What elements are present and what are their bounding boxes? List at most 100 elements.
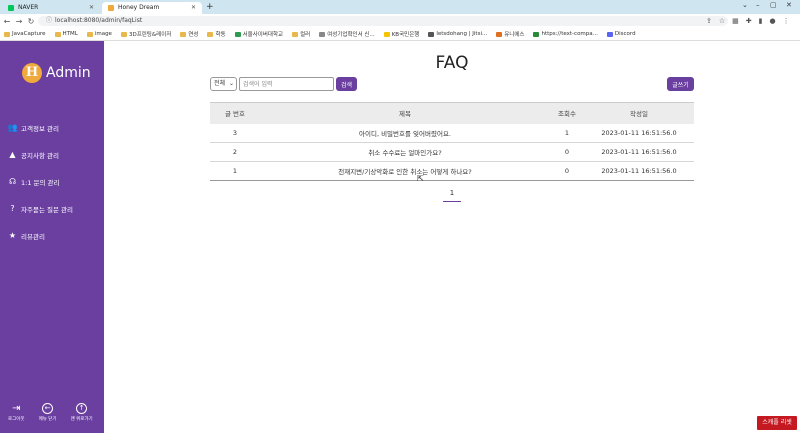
chevron-down-icon: ⌄ bbox=[228, 80, 234, 87]
mouse-cursor-icon: ⇱ bbox=[417, 174, 424, 183]
back-icon[interactable]: ← bbox=[2, 17, 12, 26]
bookmark-item[interactable]: 서울사이버대학교 bbox=[234, 30, 283, 38]
bookmark-item[interactable]: letsdohang | Jitsi... bbox=[428, 31, 487, 37]
warning-icon: ▲ bbox=[9, 150, 16, 159]
sidebar-item-label: 리뷰관리 bbox=[21, 232, 45, 241]
pagination-page-1[interactable]: 1 bbox=[443, 189, 461, 202]
browser-toolbar-icons: ⇪ ☆ ▦ ✚ ▮ ● ⋮ bbox=[706, 17, 790, 25]
logout-button[interactable]: ⇥ 로그아웃 bbox=[8, 403, 25, 423]
tab-title: Honey Dream bbox=[118, 4, 160, 11]
site-icon bbox=[234, 31, 241, 37]
cell-title[interactable]: 아이디, 비밀번호를 잊어버렸어요. bbox=[260, 123, 550, 143]
sidebar-bottom-buttons: ⇥ 로그아웃 ← 메뉴 닫기 ↑ 맨 위로가기 bbox=[8, 403, 93, 422]
bookmark-item[interactable]: 여성기업확인서 신... bbox=[319, 30, 375, 38]
sidebar-item-reviews[interactable]: ★ 리뷰관리 bbox=[8, 222, 73, 249]
url-text: localhost:8080/admin/faqList bbox=[55, 17, 143, 24]
bookmark-item[interactable]: 3D프린팅&레이저 bbox=[120, 30, 171, 38]
bookmark-item[interactable]: https://text-compa... bbox=[533, 31, 598, 37]
more-menu-icon[interactable]: ⋮ bbox=[783, 17, 790, 25]
minimize-icon[interactable]: – bbox=[756, 1, 760, 9]
sidebar-item-notices[interactable]: ▲ 공지사항 관리 bbox=[8, 141, 73, 168]
search-input[interactable] bbox=[239, 77, 334, 91]
table-row[interactable]: 2 취소 수수료는 얼마인가요? 0 2023-01-11 16:51:56.0 bbox=[210, 142, 694, 162]
url-bar[interactable]: ⓘ localhost:8080/admin/faqList bbox=[38, 16, 728, 26]
header-views: 조회수 bbox=[550, 102, 584, 124]
main-content: FAQ 전체 ⌄ 검색 글쓰기 글 번호 제목 조회수 작성일 3 아이디, 비… bbox=[104, 41, 800, 433]
users-icon: 👥 bbox=[7, 123, 18, 132]
search-button[interactable]: 검색 bbox=[336, 77, 358, 91]
folder-icon bbox=[292, 31, 299, 37]
header-title: 제목 bbox=[260, 102, 550, 124]
site-icon bbox=[533, 31, 540, 37]
bookmark-item[interactable]: 연성 bbox=[180, 30, 198, 38]
bookmark-item[interactable]: 유니에스 bbox=[496, 30, 524, 38]
site-icon bbox=[428, 31, 435, 37]
browser-tab-bar: NAVER ✕ Honey Dream ✕ + ⌄ – ▢ ✕ bbox=[0, 0, 800, 14]
sidepanel-icon[interactable]: ▮ bbox=[759, 17, 763, 25]
logout-icon: ⇥ bbox=[12, 403, 21, 414]
cell-title[interactable]: 천재지변/기상악화로 인한 취소는 어떻게 하나요? bbox=[260, 161, 550, 181]
forward-icon[interactable]: → bbox=[14, 17, 24, 26]
reload-icon[interactable]: ↻ bbox=[26, 17, 36, 26]
folder-icon bbox=[180, 31, 187, 37]
cell-date: 2023-01-11 16:51:56.0 bbox=[584, 123, 694, 143]
logo-text: Admin bbox=[46, 65, 91, 81]
faq-table: 글 번호 제목 조회수 작성일 3 아이디, 비밀번호를 잊어버렸어요. 1 2… bbox=[210, 102, 694, 181]
new-tab-button[interactable]: + bbox=[206, 2, 214, 12]
folder-icon bbox=[86, 31, 93, 37]
folder-icon bbox=[54, 31, 61, 37]
page-title: FAQ bbox=[435, 53, 469, 73]
sidebar-item-inquiries[interactable]: ☊ 1:1 문의 관리 bbox=[8, 168, 73, 195]
browser-tab-naver[interactable]: NAVER ✕ bbox=[2, 2, 100, 14]
close-window-icon[interactable]: ✕ bbox=[786, 1, 792, 9]
bookmark-item[interactable]: 컬러 bbox=[292, 30, 310, 38]
bookmark-item[interactable]: image bbox=[86, 31, 112, 37]
table-row[interactable]: 3 아이디, 비밀번호를 잊어버렸어요. 1 2023-01-11 16:51:… bbox=[210, 123, 694, 143]
question-icon: ? bbox=[10, 204, 15, 213]
table-row[interactable]: 1 천재지변/기상악화로 인한 취소는 어떻게 하나요? 0 2023-01-1… bbox=[210, 161, 694, 181]
admin-sidebar: H Admin 👥 고객정보 관리 ▲ 공지사항 관리 ☊ 1:1 문의 관리 … bbox=[0, 41, 104, 433]
sidebar-item-label: 공지사항 관리 bbox=[21, 151, 59, 160]
browser-tab-honey-dream[interactable]: Honey Dream ✕ bbox=[102, 2, 202, 14]
search-category-select[interactable]: 전체 ⌄ bbox=[210, 77, 237, 91]
folder-icon bbox=[207, 31, 214, 37]
logo-mark: H bbox=[22, 63, 42, 83]
chevron-down-icon[interactable]: ⌄ bbox=[742, 1, 748, 9]
info-icon[interactable]: ⓘ bbox=[46, 17, 52, 24]
tab-title: NAVER bbox=[18, 4, 39, 11]
close-tab-icon[interactable]: ✕ bbox=[89, 2, 94, 14]
cell-title[interactable]: 취소 수수료는 얼마인가요? bbox=[260, 142, 550, 162]
cell-views: 1 bbox=[550, 123, 584, 143]
close-tab-icon[interactable]: ✕ bbox=[191, 2, 196, 14]
bookmarks-bar: JavaCapture HTML image 3D프린팅&레이저 연성 학동 서… bbox=[0, 28, 800, 41]
bookmark-item[interactable]: Discord bbox=[606, 31, 636, 37]
honey-dream-favicon-icon bbox=[108, 5, 114, 11]
cell-date: 2023-01-11 16:51:56.0 bbox=[584, 142, 694, 162]
sidebar-item-faq[interactable]: ? 자주묻는 질문 관리 bbox=[8, 195, 73, 222]
sidebar-item-customers[interactable]: 👥 고객정보 관리 bbox=[8, 114, 73, 141]
discord-icon bbox=[606, 31, 613, 37]
site-icon bbox=[319, 31, 326, 37]
scroll-top-button[interactable]: ↑ 맨 위로가기 bbox=[71, 403, 93, 422]
search-row: 전체 ⌄ 검색 bbox=[210, 77, 358, 91]
admin-logo[interactable]: H Admin bbox=[22, 63, 91, 83]
bookmark-item[interactable]: JavaCapture bbox=[4, 31, 46, 37]
address-bar-row: ← → ↻ ⓘ localhost:8080/admin/faqList ⇪ ☆ … bbox=[0, 14, 800, 28]
naver-favicon-icon bbox=[8, 5, 14, 11]
folder-icon bbox=[120, 31, 127, 37]
extension-icon[interactable]: ▦ bbox=[732, 17, 739, 25]
menu-collapse-button[interactable]: ← 메뉴 닫기 bbox=[39, 403, 57, 422]
profile-icon[interactable]: ● bbox=[770, 17, 776, 25]
cell-no: 2 bbox=[210, 142, 260, 162]
puzzle-icon[interactable]: ✚ bbox=[746, 17, 752, 25]
bookmark-item[interactable]: 학동 bbox=[207, 30, 226, 38]
bookmark-icon bbox=[4, 31, 10, 37]
bookmark-item[interactable]: KB국민은행 bbox=[383, 30, 419, 38]
share-icon[interactable]: ⇪ bbox=[706, 17, 712, 25]
maximize-icon[interactable]: ▢ bbox=[770, 1, 777, 9]
recorder-reset-button[interactable]: 스캐플 리셋 bbox=[757, 416, 797, 430]
bookmark-star-icon[interactable]: ☆ bbox=[719, 17, 725, 25]
site-icon bbox=[496, 31, 503, 37]
bookmark-item[interactable]: HTML bbox=[54, 31, 78, 37]
write-button[interactable]: 글쓰기 bbox=[667, 77, 694, 91]
